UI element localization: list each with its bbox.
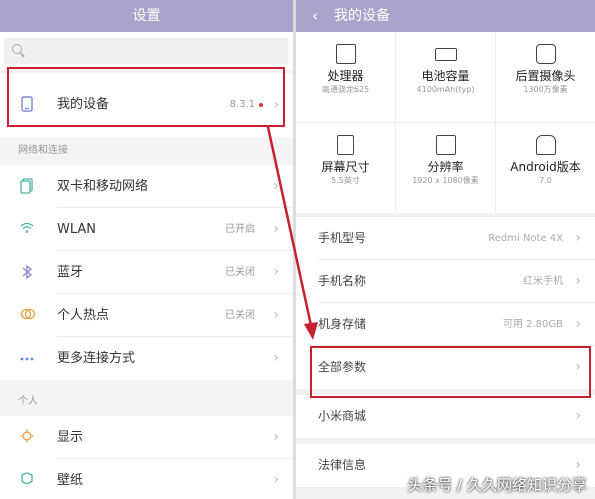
arrow-head <box>304 322 318 340</box>
red-arrow <box>266 126 318 340</box>
watermark: 头条号 / 久久网络知识分享 <box>407 476 587 494</box>
arrow-line <box>266 126 314 331</box>
